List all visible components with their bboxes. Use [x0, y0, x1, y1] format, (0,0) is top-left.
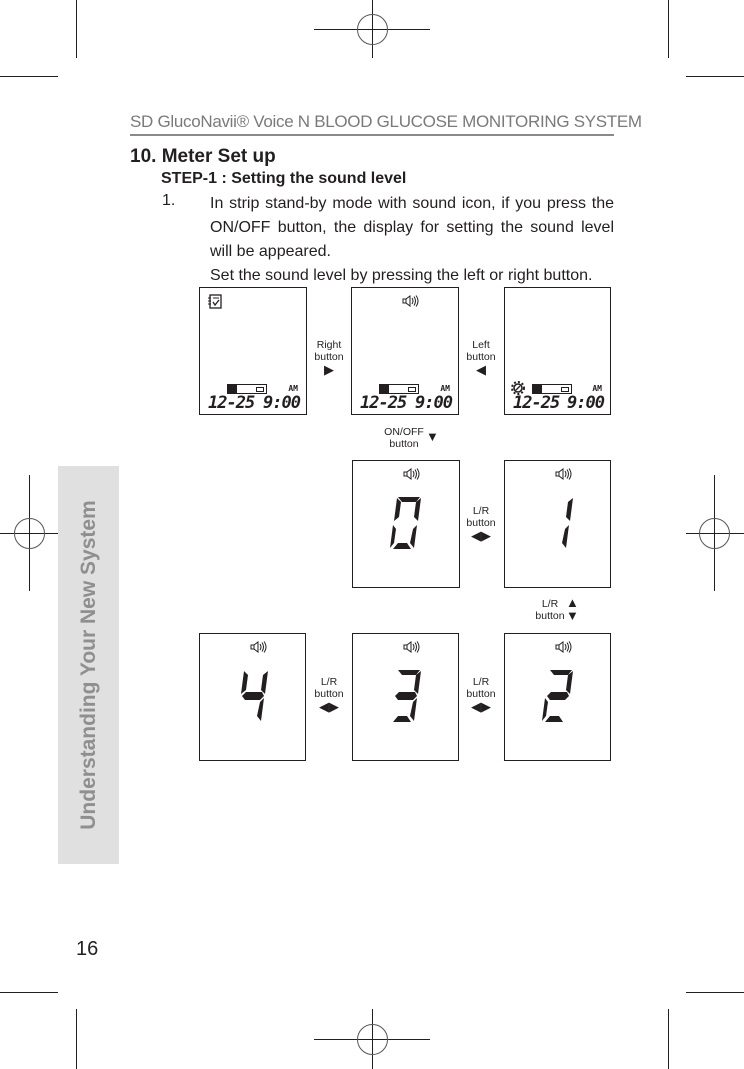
side-tab: Understanding Your New System — [58, 466, 119, 864]
segment-d — [393, 543, 411, 549]
lr-button-label: L/R button ◀▶ — [466, 505, 496, 543]
section-title: 10. Meter Set up — [130, 146, 276, 167]
time-readout: 9:00 — [567, 393, 605, 413]
lcd-level-0-display — [352, 460, 460, 588]
lr-button-label: L/R button ◀▶ — [314, 676, 344, 714]
left-arrow-icon: ◀ — [471, 528, 481, 543]
segment-a — [398, 497, 420, 502]
instruction-text-2: Set the sound level by pressing the left… — [210, 267, 593, 284]
speaker-icon — [402, 295, 419, 307]
lcd-sound-display: AM 12-25 9:00 — [351, 287, 459, 415]
segment-a — [398, 670, 420, 675]
segment-e — [390, 525, 396, 548]
segment-b — [261, 671, 268, 694]
segment-d — [545, 716, 563, 722]
crop-mark — [686, 76, 744, 77]
lcd-level-3-display — [352, 633, 459, 761]
time-readout: 9:00 — [415, 393, 453, 413]
segment-g — [242, 692, 264, 700]
date-readout: 12-25 — [360, 393, 407, 413]
level-digit — [241, 671, 268, 721]
down-arrow-icon: ▼ — [426, 429, 439, 444]
segment-c — [410, 698, 417, 721]
crop-mark — [76, 1009, 77, 1069]
onoff-button-label: ON/OFF button — [384, 426, 424, 450]
ampm-indicator: AM — [440, 384, 450, 393]
time-readout: 9:00 — [263, 393, 301, 413]
level-digit — [390, 497, 421, 549]
date-readout: 12-25 — [513, 393, 560, 413]
segment-e — [542, 698, 548, 721]
segment-a — [550, 670, 572, 675]
segment-b — [566, 498, 573, 521]
segment-d — [393, 716, 411, 722]
level-digit — [393, 670, 421, 722]
crop-mark — [0, 992, 58, 993]
date-readout: 12-25 — [208, 393, 255, 413]
left-arrow-icon: ◀ — [476, 362, 486, 377]
segment-f — [241, 671, 248, 694]
right-arrow-icon: ▶ — [481, 528, 491, 543]
lcd-settings-display: AM 12-25 9:00 — [504, 287, 611, 415]
speaker-icon — [403, 468, 420, 480]
page-number: 16 — [76, 938, 99, 960]
item-number: 1. — [162, 192, 176, 209]
speaker-icon — [250, 641, 267, 653]
right-arrow-icon: ▶ — [329, 699, 339, 714]
instruction-text: In strip stand-by mode with sound icon, … — [210, 195, 614, 260]
speaker-icon — [555, 641, 572, 653]
level-digit — [562, 498, 573, 548]
crop-mark — [0, 76, 58, 77]
side-tab-label: Understanding Your New System — [77, 500, 100, 830]
segment-f — [394, 498, 401, 521]
left-arrow-icon: ◀ — [471, 699, 481, 714]
segment-c — [562, 525, 569, 548]
right-arrow-icon: ▶ — [324, 362, 334, 377]
lcd-standby-display: AM 12-25 9:00 — [199, 287, 307, 415]
speaker-icon — [403, 641, 420, 653]
segment-g — [395, 692, 417, 700]
speaker-icon — [555, 468, 572, 480]
crop-mark — [668, 0, 669, 58]
lr-button-label-vertical: L/R button — [535, 598, 565, 622]
level-digit — [542, 670, 573, 722]
right-button-label: Right button ▶ — [309, 339, 349, 376]
ampm-indicator: AM — [592, 384, 602, 393]
segment-c — [410, 525, 417, 548]
logbook-check-icon — [208, 294, 222, 309]
crop-mark — [686, 992, 744, 993]
step-title: STEP-1 : Setting the sound level — [161, 170, 407, 187]
segment-g — [547, 692, 569, 700]
lcd-level-1-display — [504, 460, 611, 588]
right-arrow-icon: ▶ — [481, 699, 491, 714]
left-button-label: Left button ◀ — [461, 339, 501, 376]
running-header: SD GlucoNavii® Voice N BLOOD GLUCOSE MON… — [130, 112, 642, 131]
lr-button-label: L/R button ◀▶ — [466, 676, 496, 714]
lcd-level-4-display — [199, 633, 306, 761]
instruction-paragraph: In strip stand-by mode with sound icon, … — [210, 192, 614, 288]
segment-c — [257, 698, 264, 721]
header-rule — [130, 134, 614, 136]
crop-mark — [76, 0, 77, 58]
lcd-level-2-display — [504, 633, 611, 761]
ampm-indicator: AM — [288, 384, 298, 393]
down-arrow-icon: ▼ — [566, 608, 579, 623]
left-arrow-icon: ◀ — [319, 699, 329, 714]
crop-mark — [668, 1009, 669, 1069]
